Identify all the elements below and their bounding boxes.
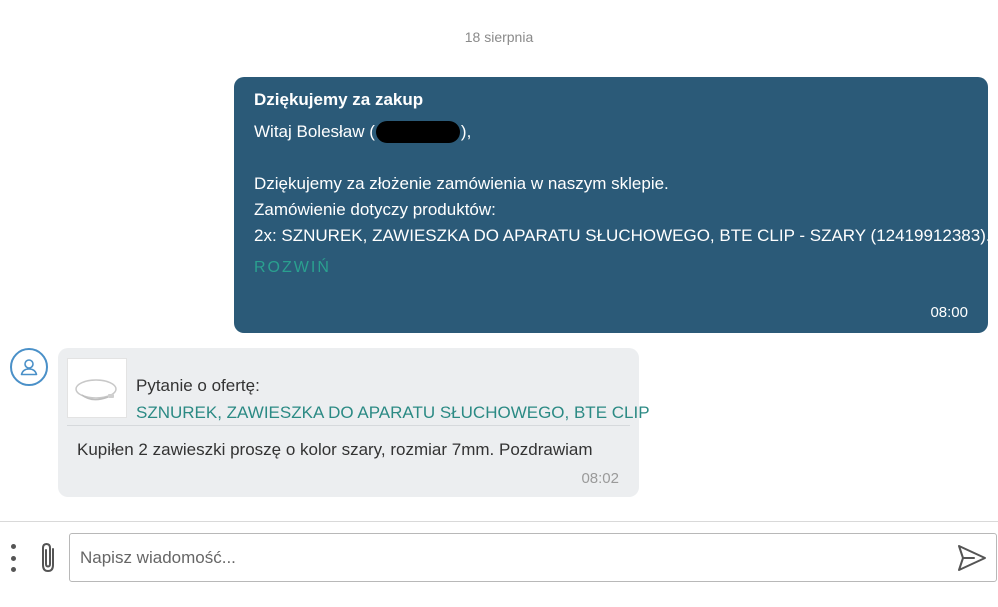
message-input[interactable] [80,534,940,581]
message-greeting: Witaj Bolesław ( ), [254,119,968,145]
greeting-suffix: ), [460,122,472,141]
composer-divider [0,521,998,522]
offer-label: Pytanie o ofertę: [136,376,260,395]
message-body-line: 2x: SZNUREK, ZAWIESZKA DO APARATU SŁUCHO… [254,226,998,245]
message-input-container [69,533,997,582]
message-time: 08:02 [581,470,619,487]
message-body-line: Zamówienie dotyczy produktów: [254,200,496,219]
message-time: 08:00 [930,304,968,321]
offer-link[interactable]: SZNUREK, ZAWIESZKA DO APARATU SŁUCHOWEGO… [136,403,650,423]
attachment-icon[interactable] [36,541,62,575]
outgoing-message: Dziękujemy za zakup Witaj Bolesław ( ), … [234,77,998,333]
message-title: Dziękujemy za zakup [254,90,424,109]
expand-button[interactable]: ROZWIŃ [254,259,331,277]
user-avatar-icon [10,348,48,386]
incoming-message: Pytanie o ofertę: SZNUREK, ZAWIESZKA DO … [58,348,650,497]
redacted-email [375,121,460,143]
message-text: Kupiłen 2 zawieszki proszę o kolor szary… [77,440,593,459]
offer-card: Pytanie o ofertę: SZNUREK, ZAWIESZKA DO … [67,358,650,426]
message-body-line: Dziękujemy za złożenie zamówienia w nasz… [254,174,669,193]
date-separator: 18 sierpnia [464,29,534,45]
greeting-prefix: Witaj Bolesław ( [254,122,375,141]
product-thumbnail[interactable] [67,358,127,418]
send-icon[interactable] [956,543,988,573]
more-options-icon[interactable] [6,544,20,572]
